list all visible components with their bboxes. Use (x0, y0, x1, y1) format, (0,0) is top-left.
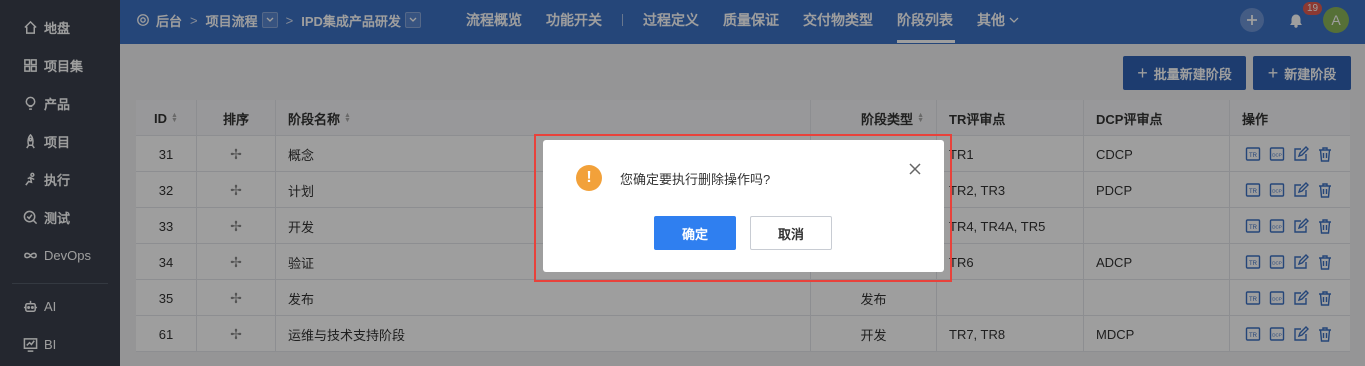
dialog-message: 您确定要执行删除操作吗? (620, 172, 771, 187)
cancel-button[interactable]: 取消 (750, 216, 832, 250)
confirm-button[interactable]: 确定 (654, 216, 736, 250)
confirm-dialog: ! 您确定要执行删除操作吗? 确定 取消 (543, 140, 944, 272)
close-icon[interactable] (907, 161, 923, 177)
warning-icon: ! (576, 165, 602, 191)
